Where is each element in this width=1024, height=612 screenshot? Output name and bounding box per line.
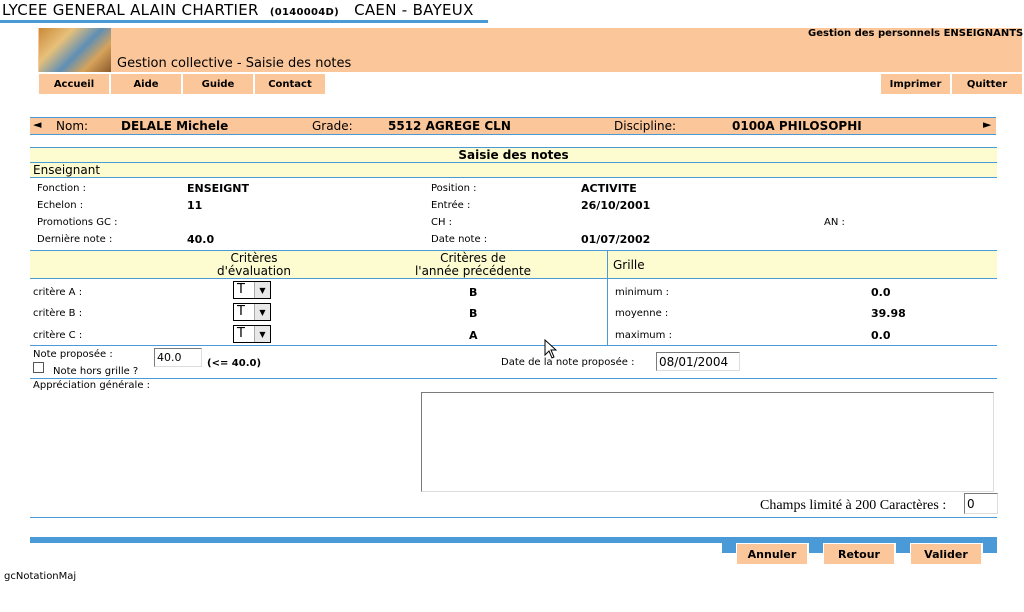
menu-guide-button[interactable]: Guide — [183, 74, 253, 94]
divider — [30, 345, 997, 346]
grille-moyenne-value: 39.98 — [871, 307, 906, 320]
bottom-bar — [30, 537, 997, 543]
criteria-eval-header: Critères d'évaluation — [200, 252, 308, 278]
school-name: LYCEE GENERAL ALAIN CHARTIER — [2, 1, 259, 19]
note-proposee-label: Note proposée : — [33, 349, 113, 360]
appreciation-label: Appréciation générale : — [33, 380, 151, 391]
teacher-strip: ◄ Nom: DELALE Michele Grade: 5512 AGREGE… — [30, 117, 996, 135]
menu-contact-button[interactable]: Contact — [255, 74, 325, 94]
section-subtitle: Enseignant — [30, 163, 997, 177]
note-hors-grille-label: Note hors grille ? — [53, 366, 139, 377]
date-note-label: Date note : — [431, 234, 488, 245]
critere-c-previous: A — [469, 329, 478, 342]
position-value: ACTIVITE — [581, 182, 637, 195]
grille-maximum-label: maximum : — [615, 330, 672, 341]
school-city: CAEN - BAYEUX — [354, 1, 474, 19]
critere-b-previous: B — [469, 307, 478, 320]
menu-accueil-button[interactable]: Accueil — [39, 74, 109, 94]
grade-label: Grade: — [312, 119, 353, 133]
promotions-label: Promotions GC : — [37, 217, 118, 228]
an-label: AN : — [824, 217, 845, 228]
date-note-proposee-label: Date de la note proposée : — [501, 357, 635, 368]
school-code: (0140004D) — [269, 7, 340, 18]
echelon-value: 11 — [187, 199, 203, 212]
critere-c-selected: T — [237, 326, 245, 341]
fonction-value: ENSEIGNT — [187, 182, 249, 195]
entree-label: Entrée : — [431, 200, 471, 211]
critere-c-label: critère C : — [33, 330, 83, 341]
nom-label: Nom: — [56, 119, 89, 133]
button-accent — [809, 543, 823, 553]
button-accent — [896, 543, 910, 553]
position-label: Position : — [431, 183, 477, 194]
previous-teacher-arrow-icon[interactable]: ◄ — [33, 118, 41, 131]
criteria-previous-header-line2: l'année précédente — [414, 264, 532, 278]
app-title: Gestion des personnels ENSEIGNANTS — [808, 28, 1024, 39]
critere-a-selected: T — [237, 282, 245, 297]
fonction-label: Fonction : — [37, 183, 87, 194]
note-hors-grille-checkbox[interactable] — [33, 362, 44, 373]
valider-button[interactable]: Valider — [911, 544, 981, 564]
derniere-note-label: Dernière note : — [37, 234, 113, 245]
derniere-note-value: 40.0 — [187, 233, 215, 246]
divider — [30, 517, 997, 518]
date-note-proposee-input[interactable] — [656, 352, 740, 371]
note-proposee-input[interactable] — [154, 348, 202, 367]
header-photo-icon — [39, 28, 111, 72]
retour-button[interactable]: Retour — [824, 544, 894, 564]
critere-b-label: critère B : — [33, 308, 83, 319]
grille-maximum-value: 0.0 — [871, 329, 891, 342]
discipline-label: Discipline: — [614, 119, 677, 133]
char-limit-label: Champs limité à 200 Caractères : — [760, 498, 947, 513]
echelon-label: Echelon : — [37, 200, 84, 211]
section-title: Saisie des notes — [30, 148, 997, 162]
grille-header: Grille — [613, 258, 645, 272]
page-code: gcNotationMaj — [4, 571, 77, 582]
grille-minimum-value: 0.0 — [871, 286, 891, 299]
grade-value: 5512 AGREGE CLN — [388, 119, 511, 133]
note-hint: (<= 40.0) — [207, 358, 262, 369]
chevron-down-icon[interactable]: ▼ — [254, 304, 270, 320]
next-teacher-arrow-icon[interactable]: ► — [983, 118, 991, 131]
entree-value: 26/10/2001 — [581, 199, 651, 212]
nom-value: DELALE Michele — [121, 119, 229, 133]
menu-quitter-button[interactable]: Quitter — [952, 74, 1022, 94]
divider — [30, 177, 997, 178]
grille-minimum-label: minimum : — [615, 287, 670, 298]
critere-a-label: critère A : — [33, 287, 83, 298]
discipline-value: 0100A PHILOSOPHI — [732, 119, 862, 133]
critere-b-select[interactable]: T ▼ — [233, 303, 271, 321]
divider — [30, 378, 997, 379]
menu-imprimer-button[interactable]: Imprimer — [881, 74, 950, 94]
critere-c-select[interactable]: T ▼ — [233, 325, 271, 343]
char-count-input[interactable] — [964, 493, 998, 514]
button-accent — [722, 543, 736, 553]
criteria-previous-header-line1: Critères de — [440, 251, 506, 265]
section-subtitle-text: Enseignant — [33, 163, 101, 177]
annuler-button[interactable]: Annuler — [737, 544, 807, 564]
ch-label: CH : — [431, 217, 453, 228]
vertical-divider — [607, 251, 608, 345]
critere-a-previous: B — [469, 286, 478, 299]
criteria-eval-header-line2: d'évaluation — [216, 264, 292, 278]
menu-aide-button[interactable]: Aide — [111, 74, 181, 94]
criteria-eval-header-line1: Critères — [230, 251, 278, 265]
school-title: LYCEE GENERAL ALAIN CHARTIER (0140004D) … — [2, 1, 474, 19]
criteria-previous-header: Critères de l'année précédente — [400, 252, 546, 278]
mouse-cursor-icon — [544, 339, 558, 359]
button-accent — [983, 543, 997, 553]
chevron-down-icon[interactable]: ▼ — [254, 282, 270, 298]
divider — [30, 278, 997, 279]
appreciation-textarea[interactable] — [421, 392, 994, 492]
title-underline — [0, 20, 488, 23]
critere-a-select[interactable]: T ▼ — [233, 281, 271, 299]
grille-moyenne-label: moyenne : — [615, 308, 669, 319]
page-title: Gestion collective - Saisie des notes — [117, 56, 352, 71]
date-note-value: 01/07/2002 — [581, 233, 651, 246]
chevron-down-icon[interactable]: ▼ — [254, 326, 270, 342]
critere-b-selected: T — [237, 304, 245, 319]
